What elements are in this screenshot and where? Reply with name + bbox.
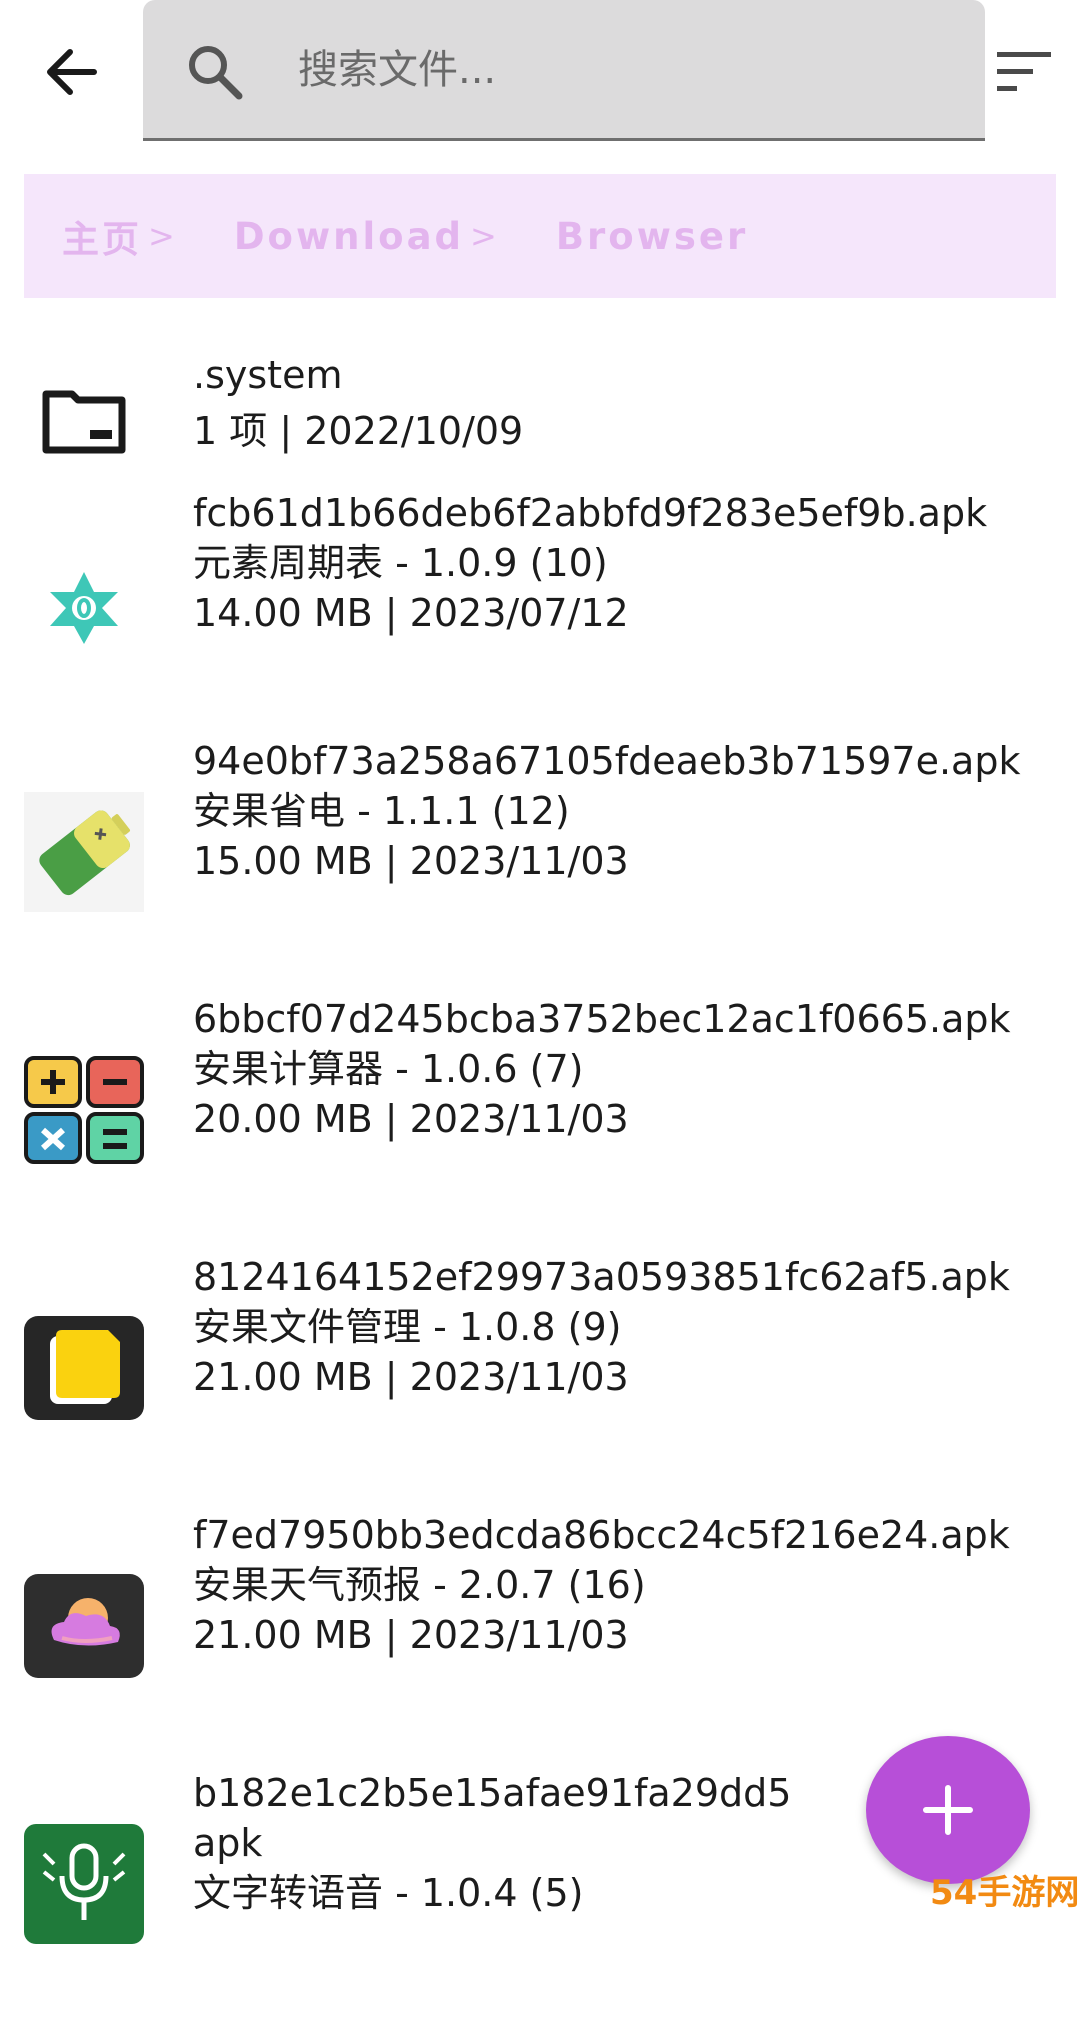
app-info: 安果文件管理 - 1.0.8 (9) (193, 1305, 622, 1349)
file-name: f7ed7950bb3edcda86bcc24c5f216e24.apk (193, 1513, 1010, 1557)
list-item[interactable]: .system 1 项 | 2022/10/09 (0, 330, 1080, 478)
file-name: .system (193, 353, 343, 397)
watermark-logo: 54手游网 (930, 1873, 1080, 1913)
file-name: 94e0bf73a258a67105fdeaeb3b71597e.apk (193, 739, 1021, 783)
search-box[interactable] (143, 0, 985, 141)
app-info: 元素周期表 - 1.0.9 (10) (193, 541, 608, 585)
add-button[interactable] (866, 1736, 1030, 1884)
breadcrumb-item-download[interactable]: Download > (234, 215, 500, 258)
file-meta: 21.00 MB | 2023/11/03 (193, 1613, 629, 1657)
chevron-right-icon: > (470, 217, 500, 255)
calculator-app-icon (24, 1050, 144, 1170)
file-meta: 21.00 MB | 2023/11/03 (193, 1355, 629, 1399)
breadcrumb-label: Browser (555, 214, 749, 258)
breadcrumb-item-home[interactable]: 主页 > (62, 209, 178, 263)
sort-button[interactable] (995, 50, 1055, 94)
file-meta: 14.00 MB | 2023/07/12 (193, 591, 629, 635)
list-item[interactable]: f7ed7950bb3edcda86bcc24c5f216e24.apk 安果天… (0, 1510, 1080, 1768)
folder-icon (24, 362, 144, 482)
list-item[interactable]: fcb61d1b66deb6f2abbfd9f283e5ef9b.apk 元素周… (0, 478, 1080, 736)
file-manager-app-icon (24, 1308, 144, 1428)
arrow-left-icon (47, 49, 97, 95)
file-name: fcb61d1b66deb6f2abbfd9f283e5ef9b.apk (193, 491, 988, 535)
back-button[interactable] (38, 36, 108, 106)
plus-icon (923, 1785, 973, 1835)
file-meta: 15.00 MB | 2023/11/03 (193, 839, 629, 883)
top-bar (0, 0, 1080, 150)
breadcrumb-label: 主页 (62, 218, 142, 261)
periodic-table-app-icon (24, 548, 144, 668)
file-name: 8124164152ef29973a0593851fc62af5.apk (193, 1255, 1010, 1299)
text-to-speech-app-icon (24, 1824, 144, 1944)
list-item[interactable]: 94e0bf73a258a67105fdeaeb3b71597e.apk 安果省… (0, 736, 1080, 994)
app-info: 安果计算器 - 1.0.6 (7) (193, 1047, 584, 1091)
list-item[interactable]: 6bbcf07d245bcba3752bec12ac1f0665.apk 安果计… (0, 994, 1080, 1252)
breadcrumb-item-browser[interactable]: Browser (556, 215, 748, 258)
file-meta: 20.00 MB | 2023/11/03 (193, 1097, 629, 1141)
weather-app-icon (24, 1566, 144, 1686)
search-icon (189, 46, 243, 100)
sort-icon (997, 52, 1051, 91)
file-name: 6bbcf07d245bcba3752bec12ac1f0665.apk (193, 997, 1011, 1041)
file-meta: 1 项 | 2022/10/09 (193, 409, 524, 453)
list-item[interactable]: 8124164152ef29973a0593851fc62af5.apk 安果文… (0, 1252, 1080, 1510)
breadcrumb: 主页 > Download > Browser (24, 174, 1056, 298)
search-input[interactable] (298, 30, 938, 110)
app-info: 安果省电 - 1.1.1 (12) (193, 789, 570, 833)
chevron-right-icon: > (148, 217, 178, 255)
breadcrumb-label: Download (233, 214, 465, 258)
app-info: 安果天气预报 - 2.0.7 (16) (193, 1563, 646, 1607)
battery-saver-app-icon (24, 792, 144, 912)
